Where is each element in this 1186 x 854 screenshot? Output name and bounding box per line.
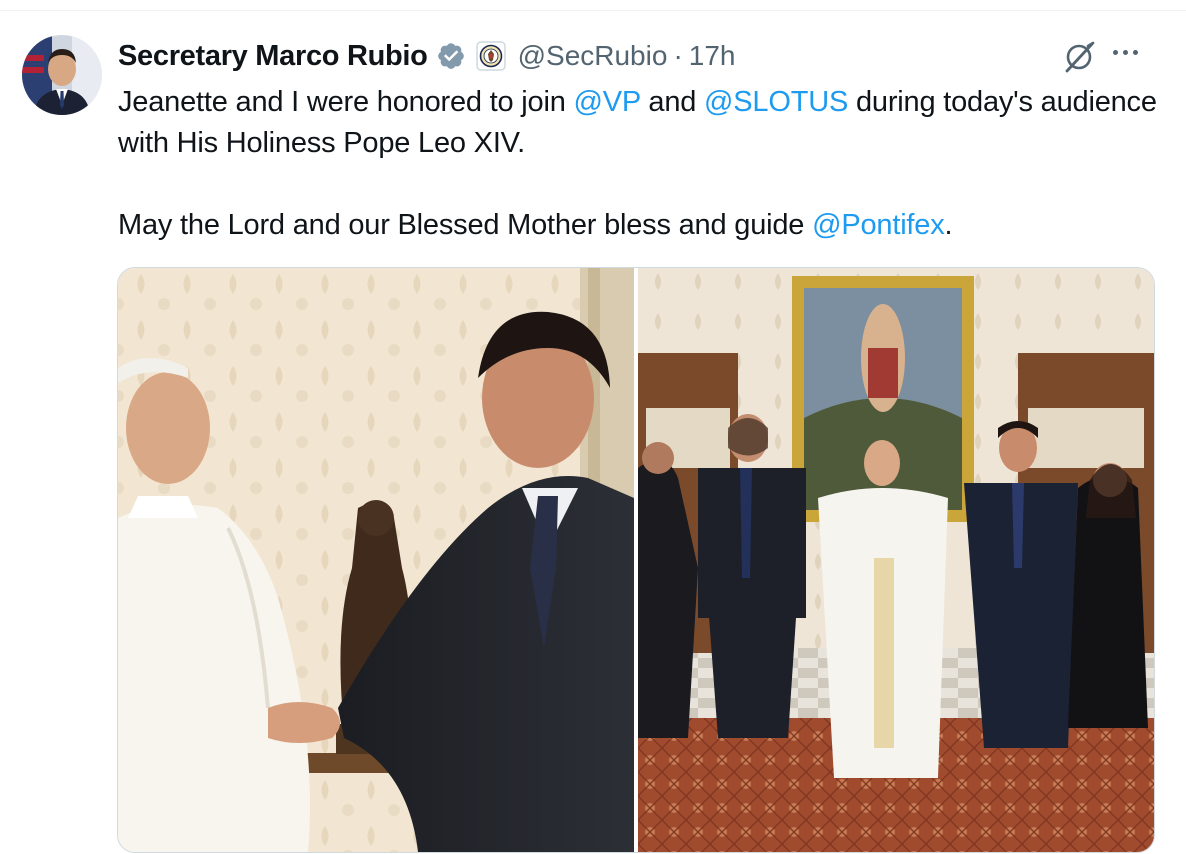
grok-icon[interactable] [1062,40,1096,79]
mention-pontifex[interactable]: @Pontifex [812,209,945,241]
author-name[interactable]: Secretary Marco Rubio [118,40,428,73]
tweet-text-segment: . [944,209,953,241]
tweet-text: Jeanette and I were honored to join @VP … [118,82,1158,246]
tweet-paragraph-2: May the Lord and our Blessed Mother bles… [118,205,1158,246]
tweet-paragraph-1: Jeanette and I were honored to join @VP … [118,82,1158,164]
photo-handshake[interactable] [118,268,634,852]
mention-slotus[interactable]: @SLOTUS [704,86,848,118]
more-dot [1123,50,1128,55]
more-dot [1133,50,1138,55]
timestamp[interactable]: 17h [689,40,736,72]
tweet-text-segment: May the Lord and our Blessed Mother bles… [118,209,813,241]
tweet-text-segment: and [640,86,705,118]
avatar[interactable] [22,35,102,115]
tweet-text-segment: Jeanette and I were honored to join [118,86,574,118]
more-dot [1113,50,1118,55]
top-divider [0,10,1186,11]
verified-badge-icon [436,41,466,71]
more-options-icon[interactable] [1113,50,1138,55]
author-handle[interactable]: @SecRubio [518,40,668,72]
media-grid [117,267,1155,853]
mention-vp[interactable]: @VP [574,86,641,118]
photo-group[interactable] [638,268,1154,852]
separator-dot: · [673,40,683,71]
tweet-header: Secretary Marco Rubio @SecRubio · 17h [118,36,735,76]
state-department-seal-icon [475,41,506,71]
